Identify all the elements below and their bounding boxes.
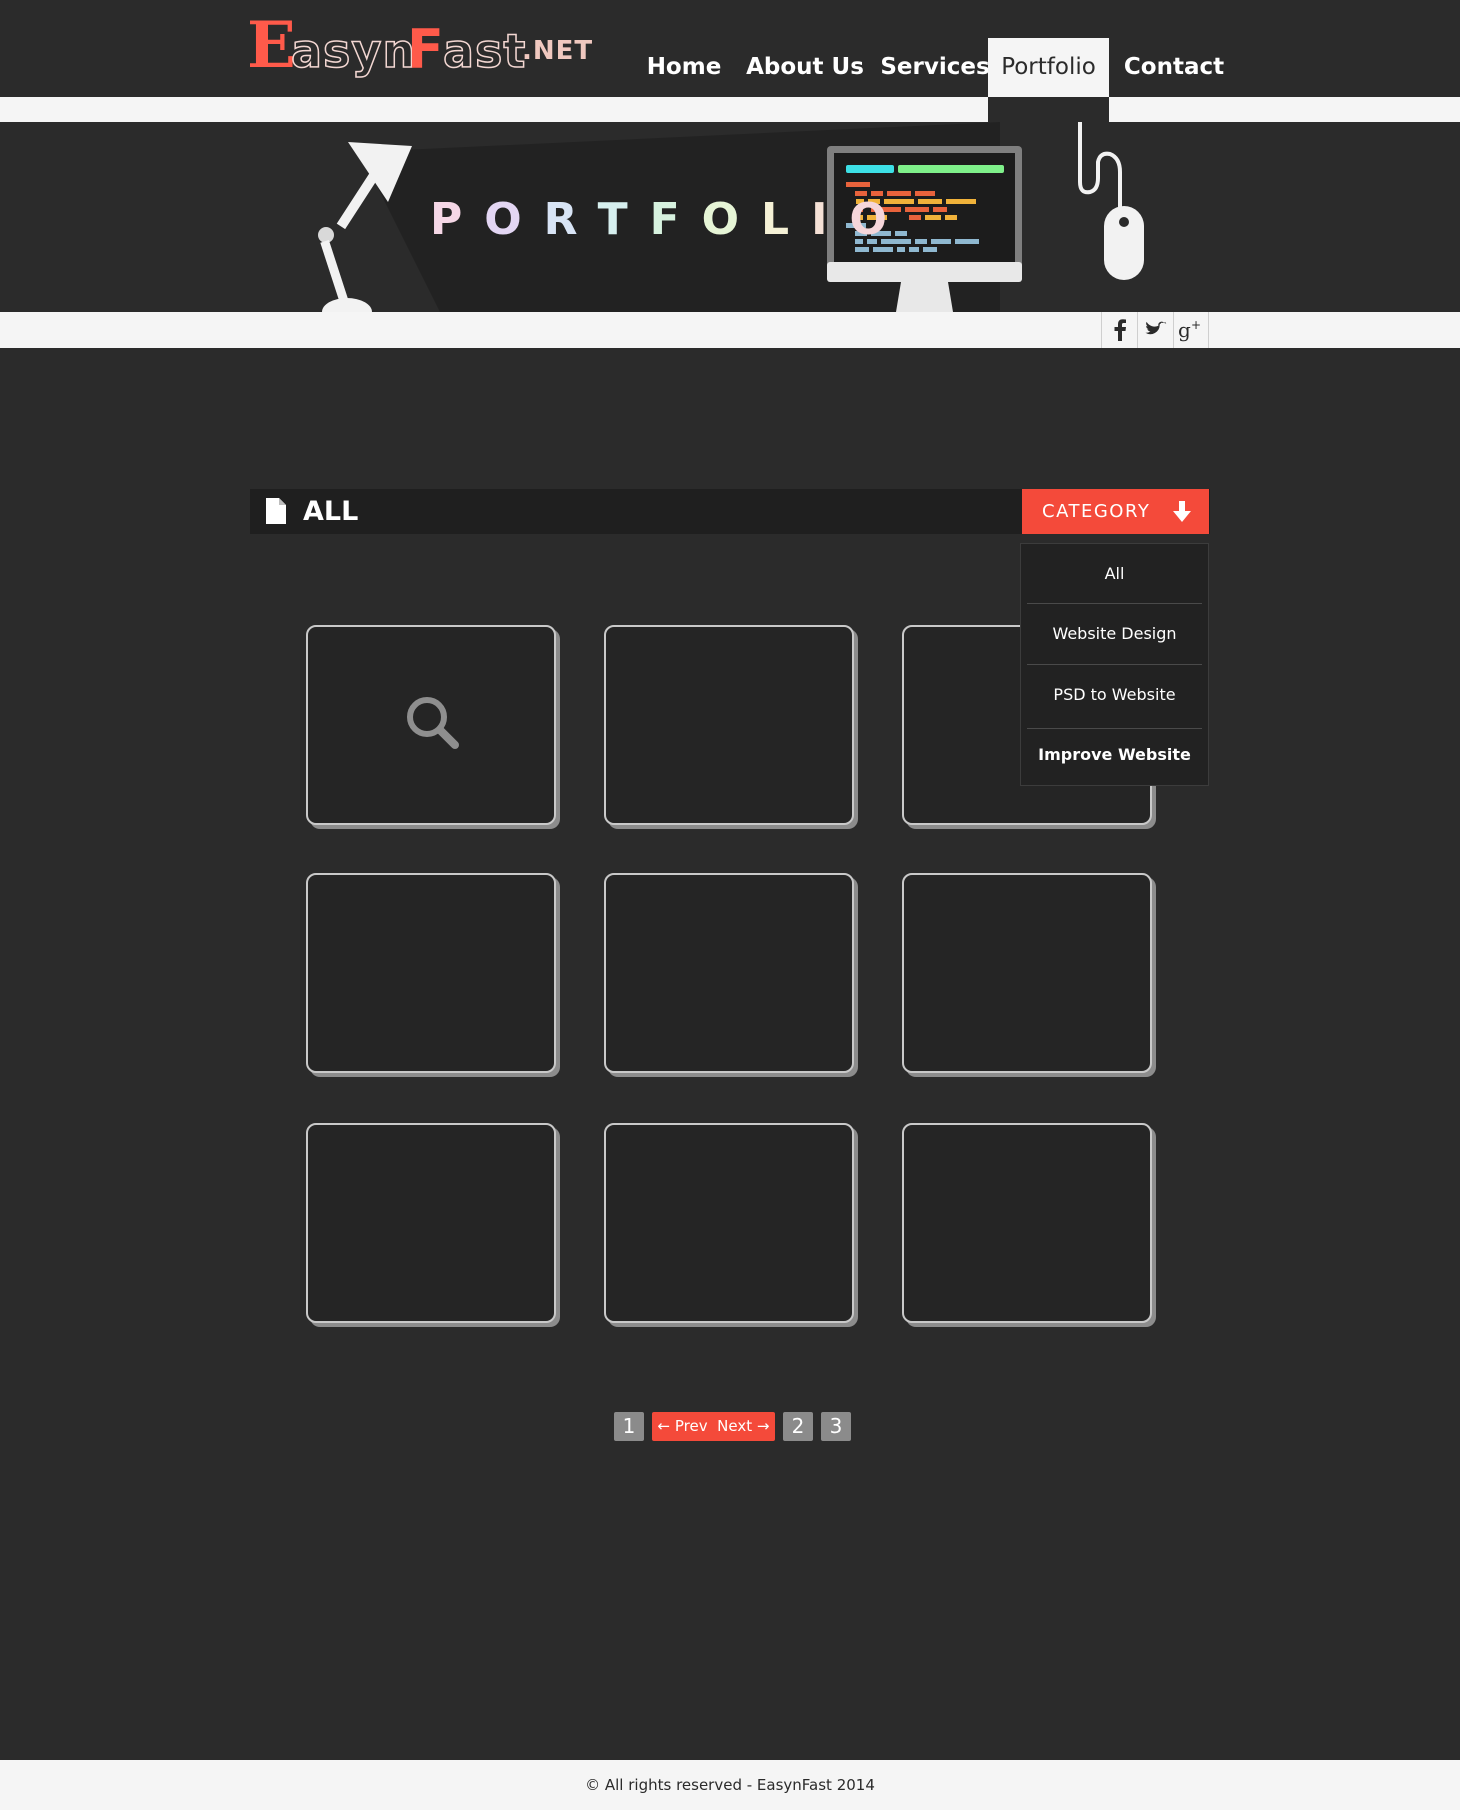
category-dropdown-button[interactable]: CATEGORY <box>1022 489 1209 534</box>
category-option-all[interactable]: All <box>1027 544 1202 604</box>
nav-home[interactable]: Home <box>640 38 728 97</box>
category-option-website-design[interactable]: Website Design <box>1027 604 1202 664</box>
banner-title: PORTFOLIO <box>430 194 909 245</box>
portfolio-item[interactable] <box>306 625 556 825</box>
arrow-down-icon <box>1173 501 1191 522</box>
document-icon <box>266 498 286 524</box>
nav-services[interactable]: Services <box>878 38 992 97</box>
svg-text:+: + <box>1191 318 1201 332</box>
site-header: E asyn F ast .NET Home About Us Services… <box>0 0 1460 97</box>
nav-portfolio[interactable]: Portfolio <box>988 38 1109 97</box>
prev-page-button[interactable]: ← Prev <box>658 1417 708 1435</box>
prev-next-controls: ← Prev Next → <box>652 1412 775 1441</box>
search-icon <box>407 697 459 749</box>
portfolio-item[interactable] <box>902 873 1152 1073</box>
logo-word-asyn: asyn <box>290 23 417 79</box>
site-footer: © All rights reserved - EasynFast 2014 <box>0 1760 1460 1810</box>
category-option-improve-website[interactable]: Improve Website <box>1027 725 1202 785</box>
portfolio-banner: PORTFOLIO <box>0 122 1460 312</box>
google-plus-link[interactable]: g + <box>1173 312 1209 348</box>
portfolio-item[interactable] <box>604 625 854 825</box>
category-label: CATEGORY <box>1042 501 1151 522</box>
logo-letter-e: E <box>247 8 296 83</box>
active-tab-indicator <box>988 97 1109 122</box>
filter-title: ALL <box>303 496 359 527</box>
portfolio-item[interactable] <box>604 1123 854 1323</box>
next-page-button[interactable]: Next → <box>717 1417 769 1435</box>
google-plus-icon: g + <box>1178 318 1201 342</box>
facebook-link[interactable] <box>1101 312 1137 348</box>
category-dropdown-menu: All Website Design PSD to Website Improv… <box>1020 543 1209 786</box>
site-logo[interactable]: E asyn F ast .NET <box>247 8 592 83</box>
twitter-icon <box>1144 321 1166 335</box>
svg-text:g: g <box>1178 318 1191 342</box>
page-1-button[interactable]: 1 <box>614 1412 644 1441</box>
mouse-icon <box>1078 122 1144 280</box>
nav-about-us[interactable]: About Us <box>745 38 865 97</box>
portfolio-item[interactable] <box>902 1123 1152 1323</box>
page-2-button[interactable]: 2 <box>783 1412 813 1441</box>
portfolio-item[interactable] <box>604 873 854 1073</box>
logo-letter-f: F <box>407 18 444 81</box>
portfolio-item[interactable] <box>306 1123 556 1323</box>
nav-contact[interactable]: Contact <box>1118 38 1230 97</box>
category-option-psd-to-website[interactable]: PSD to Website <box>1027 665 1202 725</box>
twitter-link[interactable] <box>1137 312 1173 348</box>
logo-tld: .NET <box>522 36 594 66</box>
logo-word-ast: ast <box>442 23 527 79</box>
page-3-button[interactable]: 3 <box>821 1412 851 1441</box>
banner-bottom-strip <box>0 312 1460 348</box>
facebook-icon <box>1114 319 1126 341</box>
copyright-text: © All rights reserved - EasynFast 2014 <box>585 1776 875 1794</box>
banner-top-strip <box>0 97 1460 122</box>
portfolio-item[interactable] <box>306 873 556 1073</box>
